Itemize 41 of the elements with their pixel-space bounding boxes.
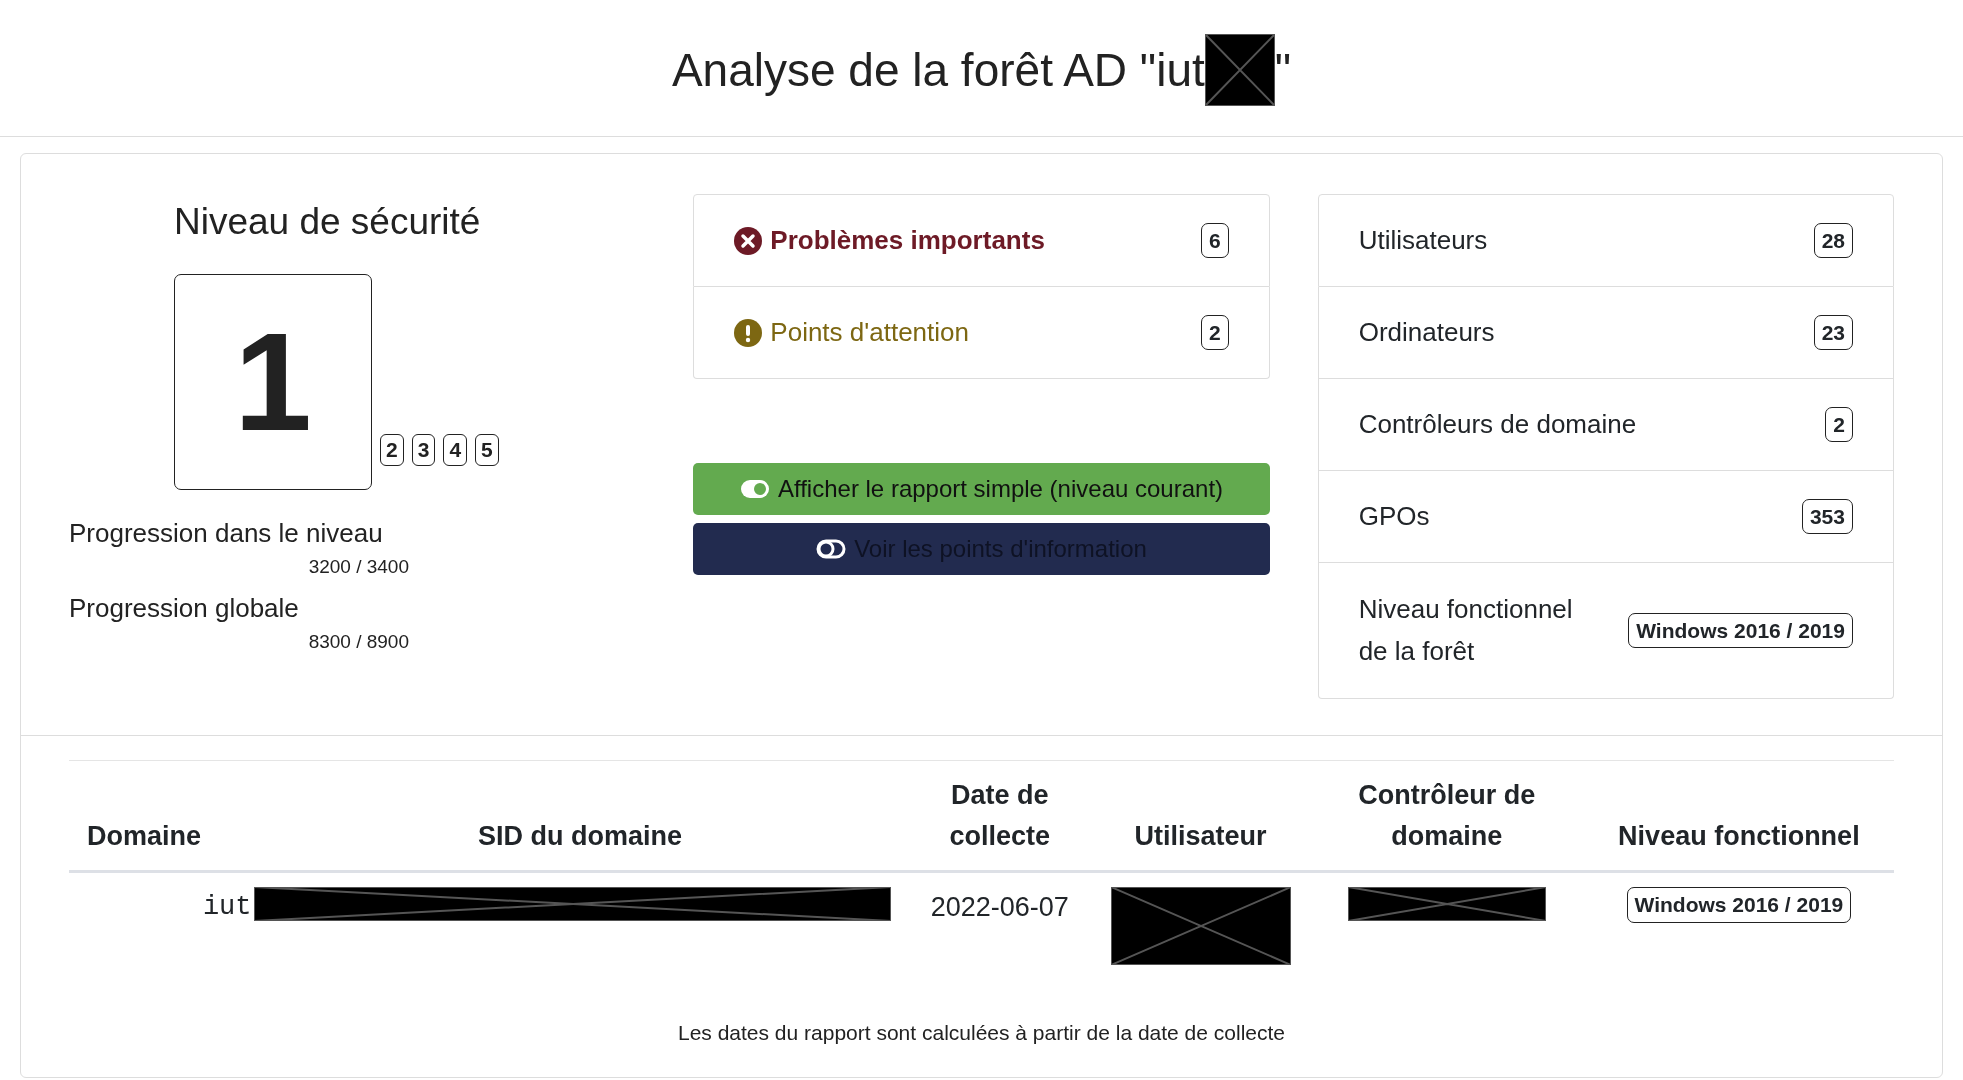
table-cell-text: 2022-06-07 <box>930 891 1069 925</box>
issue-label: Points d'attention <box>770 316 969 349</box>
toggle-button[interactable]: Afficher le rapport simple (niveau courant) <box>693 463 1270 515</box>
issue-item[interactable]: Problèmes importants 6 <box>693 194 1270 287</box>
page-title: Analyse de la forêt AD "iut <box>671 42 1205 98</box>
issue-label: Problèmes importants <box>770 224 1045 257</box>
count-badge: 23 <box>1813 314 1853 351</box>
stat-label: Niveau fonctionnel de la forêt <box>1358 593 1574 668</box>
column-header: SID du domaine <box>251 760 909 872</box>
column-header: Utilisateur <box>1091 760 1310 872</box>
error-icon <box>734 226 763 255</box>
column-header: Contrôleur de domaine <box>1310 760 1584 872</box>
warning-icon <box>734 318 763 347</box>
stat-label: GPOs <box>1358 500 1430 533</box>
level-indicator: 5 <box>475 433 499 466</box>
table-cell-text: iut <box>202 891 252 925</box>
level-indicator: 3 <box>411 433 436 466</box>
section-heading: Niveau de sécurité <box>172 200 482 244</box>
level-indicator: 4 <box>443 433 468 466</box>
issue-item[interactable]: Points d'attention 2 <box>693 287 1270 379</box>
column-header: Niveau fonctionnel <box>1583 760 1894 872</box>
stat-label: Contrôleurs de domaine <box>1358 408 1637 441</box>
count-badge: 28 <box>1813 222 1853 259</box>
progress-value: 8300 / 8900 <box>307 630 409 654</box>
progress-label: Progression dans le niveau <box>69 516 384 550</box>
footnote: Les dates du rapport sont calculées à partir de la date de collecte <box>676 1020 1286 1047</box>
count-badge: 353 <box>1801 498 1853 535</box>
column-header: Domaine <box>69 760 252 872</box>
column-header: Date de collecte <box>908 760 1091 872</box>
count-badge: Windows 2016 / 2019 <box>1628 612 1853 649</box>
current-level: 1 <box>174 273 372 490</box>
stat-label: Utilisateurs <box>1358 224 1488 257</box>
progress-value: 3200 / 3400 <box>307 554 409 579</box>
count-badge: 2 <box>1200 314 1229 351</box>
count-badge: 6 <box>1200 222 1229 259</box>
level-indicator: 2 <box>380 433 404 466</box>
count-badge: 2 <box>1825 406 1853 443</box>
stat-label: Ordinateurs <box>1358 316 1495 349</box>
progress-label: Progression globale <box>69 592 300 625</box>
level-badge: Windows 2016 / 2019 <box>1626 887 1852 923</box>
page-title: " <box>1274 42 1292 98</box>
